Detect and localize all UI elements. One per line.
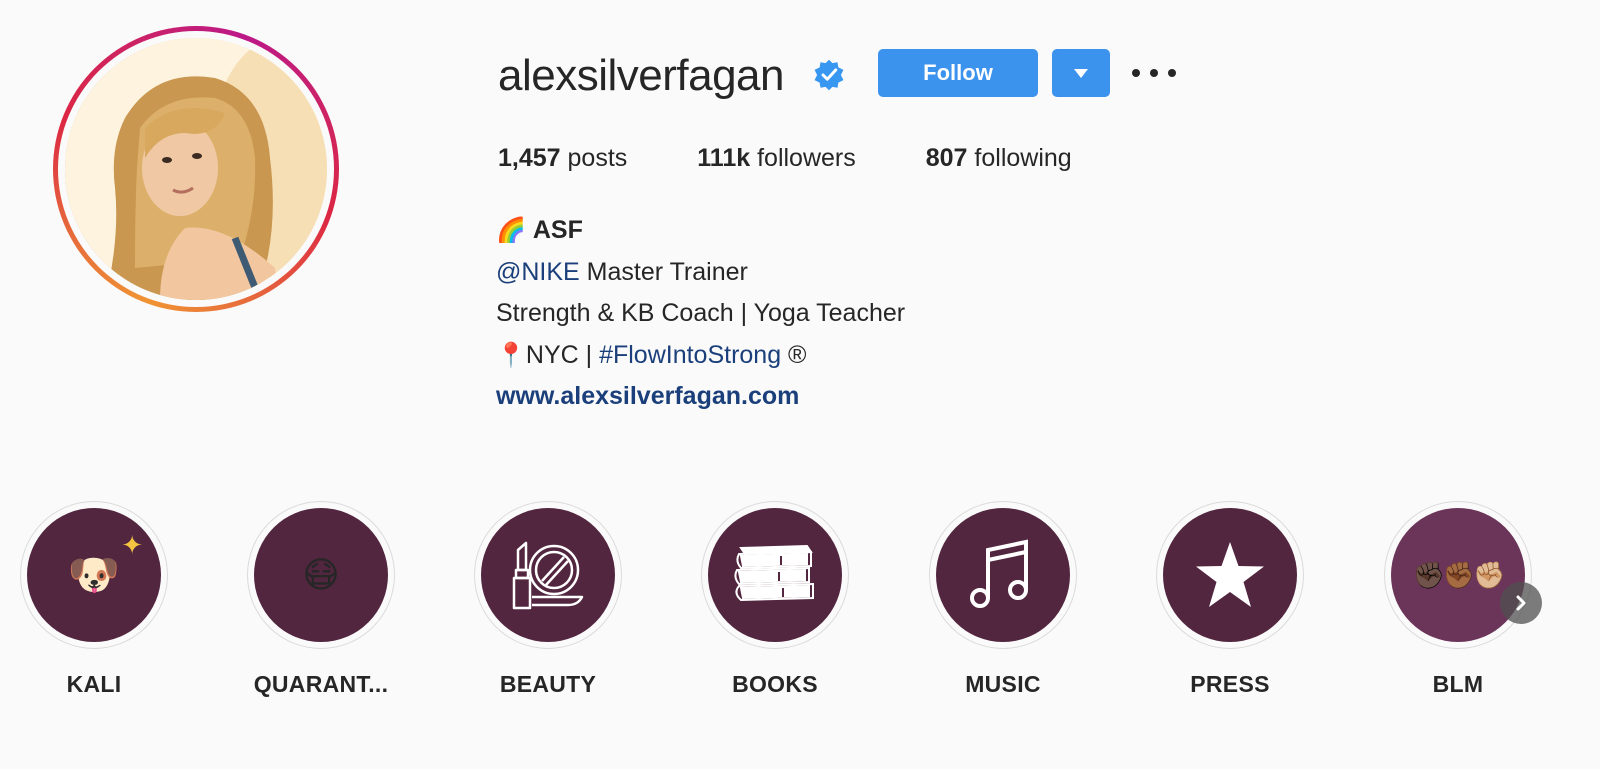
highlights-next-button[interactable] — [1500, 582, 1542, 624]
mask-face-emoji-icon: 😷 — [302, 554, 340, 595]
posts-count: 1,457 — [498, 144, 561, 172]
highlight-books[interactable]: BOOKS — [701, 501, 849, 698]
highlight-cover — [1163, 508, 1297, 642]
lipstick-mirror-icon — [512, 541, 584, 610]
bio: 🌈 ASF @NIKE Master Trainer Strength & KB… — [496, 210, 905, 418]
following-label: following — [974, 144, 1072, 172]
dog-emoji-icon: 🐶 — [67, 551, 121, 598]
highlight-label: BOOKS — [732, 671, 818, 697]
rainbow-emoji-icon: 🌈 — [496, 217, 526, 244]
bio-line-1: @NIKE Master Trainer — [496, 252, 905, 294]
highlight-cover: 😷 — [254, 508, 388, 642]
sparkles-icon: ✦ — [121, 530, 143, 560]
registered-mark: ® — [781, 340, 807, 369]
highlight-beauty[interactable]: BEAUTY — [474, 501, 622, 698]
highlight-ring — [929, 501, 1077, 649]
bio-line-3: 📍NYC | #FlowIntoStrong ® — [496, 335, 905, 377]
followers-count: 111k — [697, 144, 751, 172]
highlight-kali[interactable]: 🐶 ✦ KALI — [20, 501, 168, 698]
suggested-accounts-dropdown-button[interactable] — [1052, 49, 1110, 97]
highlight-ring: 😷 — [247, 501, 395, 649]
website-line: www.alexsilverfagan.com — [496, 376, 905, 418]
following-link[interactable]: 807 following — [926, 141, 1072, 175]
highlight-ring: 🐶 ✦ — [20, 501, 168, 649]
highlight-label: BEAUTY — [499, 671, 597, 697]
hashtag-link[interactable]: #FlowIntoStrong — [599, 341, 781, 369]
highlight-label: QUARANT... — [253, 671, 389, 697]
more-options-icon — [1168, 69, 1176, 77]
avatar[interactable] — [65, 38, 327, 300]
bio-line-3-text: NYC | — [525, 340, 600, 369]
posts-label: posts — [567, 144, 628, 172]
highlight-ring: ✊🏿✊🏾✊🏼 — [1384, 501, 1532, 649]
follow-button[interactable]: Follow — [878, 49, 1038, 97]
highlight-ring — [1156, 501, 1304, 649]
chevron-right-icon — [1516, 595, 1526, 611]
star-icon — [1196, 542, 1264, 607]
highlight-press[interactable]: PRESS — [1156, 501, 1304, 698]
highlight-cover — [708, 508, 842, 642]
posts-stat: 1,457 posts — [498, 141, 627, 175]
music-note-icon — [970, 539, 1028, 608]
books-icon — [734, 544, 814, 602]
avatar-story-ring[interactable] — [53, 26, 339, 312]
bio-line-2: Strength & KB Coach | Yoga Teacher — [496, 299, 906, 327]
nike-mention-link[interactable]: @NIKE — [496, 258, 580, 286]
highlight-ring — [474, 501, 622, 649]
followers-label: followers — [757, 144, 856, 172]
avatar-portrait-illustration — [65, 38, 327, 300]
highlight-label: MUSIC — [965, 671, 1041, 697]
bio-line-1-text: Master Trainer — [579, 257, 748, 286]
website-link[interactable]: www.alexsilverfagan.com — [496, 382, 799, 410]
highlight-cover — [936, 508, 1070, 642]
verified-badge-icon — [814, 59, 844, 91]
avatar-gap — [58, 31, 334, 307]
highlight-ring — [701, 501, 849, 649]
highlight-quarantine[interactable]: 😷 QUARANT... — [247, 501, 395, 698]
triangle-down-icon — [1074, 68, 1088, 78]
more-options-icon — [1150, 69, 1158, 77]
full-name: ASF — [532, 216, 583, 244]
highlight-label: KALI — [66, 671, 122, 697]
highlight-music[interactable]: MUSIC — [929, 501, 1077, 698]
following-count: 807 — [925, 144, 968, 172]
pin-emoji-icon: 📍 — [496, 341, 526, 369]
profile-stats: 1,457 posts 111k followers 807 following — [498, 141, 1142, 175]
followers-link[interactable]: 111k followers — [697, 141, 855, 175]
highlight-cover: 🐶 ✦ — [27, 508, 161, 642]
more-options-icon — [1132, 69, 1140, 77]
highlight-label: BLM — [1432, 671, 1484, 697]
username: alexsilverfagan — [498, 51, 785, 100]
bio-name-line: 🌈 ASF — [496, 210, 905, 252]
highlight-label: PRESS — [1190, 671, 1270, 697]
raised-fists-icon: ✊🏿✊🏾✊🏼 — [1412, 560, 1505, 590]
highlight-cover: ✊🏿✊🏾✊🏼 — [1391, 508, 1525, 642]
highlight-cover — [481, 508, 615, 642]
more-options-button[interactable] — [1132, 60, 1176, 86]
